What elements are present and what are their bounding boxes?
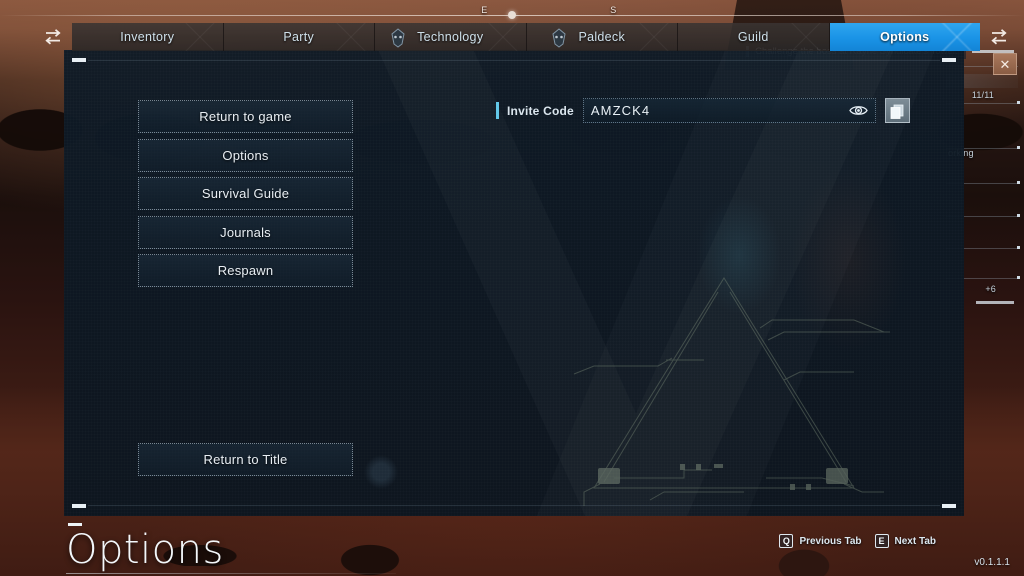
panel-corner-tick	[942, 504, 956, 508]
tabs-container[interactable]: Inventory Party Technology Paldeck Guild…	[72, 23, 980, 51]
triangle-tech-artwork	[573, 277, 890, 506]
return-to-title-container[interactable]: Return to Title	[138, 443, 353, 476]
version-label: v0.1.1.1	[974, 557, 1010, 568]
swap-arrows-icon[interactable]	[42, 26, 64, 48]
hud-bar	[976, 301, 1014, 304]
options-menu-panel: Return to game Options Survival Guide Jo…	[64, 50, 964, 516]
hud-dot	[1017, 181, 1020, 184]
hint-label: Previous Tab	[799, 535, 862, 547]
invite-code-input[interactable]: AMZCK4	[582, 98, 876, 123]
hint-previous-tab[interactable]: Q Previous Tab	[779, 534, 862, 548]
invite-code-label: Invite Code	[507, 103, 574, 118]
compass-bar: E S	[0, 0, 1024, 22]
hud-dot	[1017, 246, 1020, 249]
foreground-bush-right	[300, 520, 440, 576]
panel-dot-circle	[364, 455, 398, 489]
invite-code-value: AMZCK4	[590, 103, 651, 118]
invite-code-row[interactable]: Invite Code AMZCK4	[496, 98, 910, 123]
compass-marker-s: S	[610, 5, 617, 15]
menu-item-survival-guide[interactable]: Survival Guide	[138, 177, 353, 210]
tab-label: Party	[283, 30, 315, 44]
panel-corner-tick	[72, 504, 86, 508]
menu-item-return-to-title[interactable]: Return to Title	[138, 443, 353, 476]
tab-technology[interactable]: Technology	[375, 23, 527, 51]
menu-item-options[interactable]: Options	[138, 138, 353, 172]
tab-party[interactable]: Party	[223, 23, 375, 51]
copy-icon[interactable]	[884, 98, 910, 123]
hud-dot	[1017, 101, 1020, 104]
compass-center-pip	[508, 11, 516, 19]
hint-next-tab[interactable]: E Next Tab	[874, 534, 937, 548]
hud-dot	[1017, 214, 1020, 217]
menu-item-label: Return to Title	[203, 452, 288, 467]
tab-label: Inventory	[120, 30, 175, 44]
key-badge: Q	[779, 534, 794, 548]
tab-guild[interactable]: Guild	[678, 23, 830, 51]
eye-visibility-icon[interactable]	[849, 104, 868, 117]
hud-bonus-label: +6	[985, 284, 996, 294]
menu-item-label: Survival Guide	[201, 186, 290, 201]
menu-item-label: Return to game	[199, 109, 292, 124]
menu-item-respawn[interactable]: Respawn	[138, 254, 353, 287]
menu-item-journals[interactable]: Journals	[138, 215, 353, 249]
tab-options[interactable]: Options	[829, 23, 980, 51]
main-menu-list[interactable]: Return to game Options Survival Guide Jo…	[138, 100, 353, 293]
close-x-icon[interactable]: ✕	[993, 53, 1017, 75]
menu-item-label: Options	[222, 147, 269, 163]
hud-count-label: 11/11	[971, 90, 994, 100]
hud-dot	[1017, 146, 1020, 149]
main-tab-bar[interactable]: Inventory Party Technology Paldeck Guild…	[0, 22, 1024, 52]
page-title-dash	[68, 523, 82, 526]
tab-paldeck[interactable]: Paldeck	[526, 23, 678, 51]
page-title-rule	[66, 573, 396, 574]
page-title: Options	[66, 527, 224, 573]
panel-corner-tick	[72, 58, 86, 62]
tab-inventory[interactable]: Inventory	[72, 23, 224, 51]
menu-item-return-to-game[interactable]: Return to game	[138, 100, 353, 133]
compass-marker-e: E	[481, 5, 488, 15]
menu-item-label: Respawn	[217, 263, 274, 278]
footer-key-hints: Q Previous Tab E Next Tab	[779, 534, 936, 548]
hud-dot	[1017, 276, 1020, 279]
panel-corner-tick	[942, 58, 956, 62]
key-badge: E	[874, 534, 889, 548]
panel-top-edge	[88, 60, 940, 61]
swap-arrows-icon[interactable]	[988, 26, 1010, 48]
invite-accent-bar	[496, 102, 499, 119]
hint-label: Next Tab	[894, 535, 937, 547]
tab-label: Guild	[737, 30, 769, 44]
tab-label: Options	[880, 30, 930, 44]
tab-label: Technology	[417, 30, 484, 44]
menu-item-label: Journals	[220, 224, 271, 240]
tab-label: Paldeck	[578, 30, 626, 44]
